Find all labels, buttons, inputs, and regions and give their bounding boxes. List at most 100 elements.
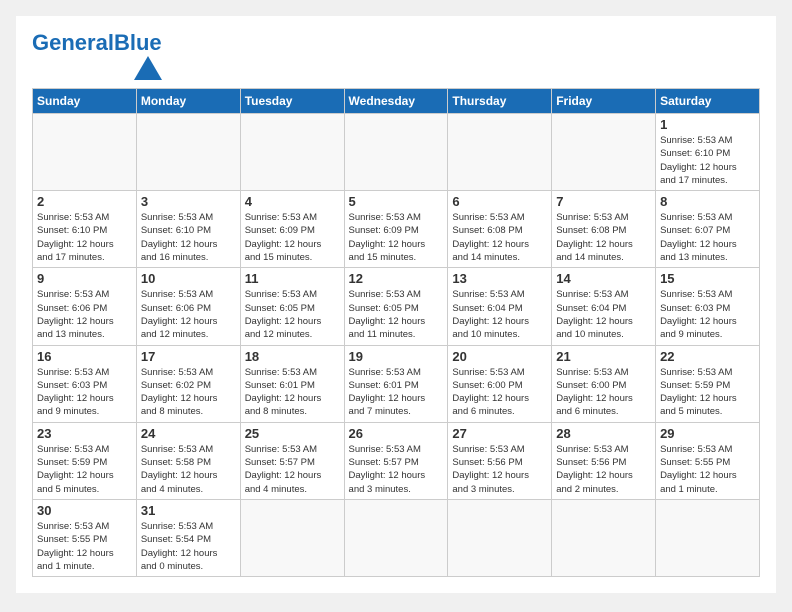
calendar-cell: 22Sunrise: 5:53 AM Sunset: 5:59 PM Dayli… xyxy=(656,345,760,422)
logo-blue: Blue xyxy=(114,30,162,55)
day-number: 8 xyxy=(660,194,755,209)
day-number: 4 xyxy=(245,194,340,209)
calendar-page: GeneralBlue SundayMondayTuesdayWednesday… xyxy=(16,16,776,593)
day-info: Sunrise: 5:53 AM Sunset: 6:03 PM Dayligh… xyxy=(660,288,755,341)
calendar-cell: 23 Sunrise: 5:53 AM Sunset: 5:59 PM Dayli… xyxy=(33,422,137,499)
day-info: Sunrise: 5:53 AM Sunset: 5:56 PM Dayligh… xyxy=(556,443,651,496)
day-number: 1 xyxy=(660,117,755,132)
day-number: 21 xyxy=(556,349,651,364)
day-number: 26 xyxy=(349,426,444,441)
day-info: Sunrise: 5:53 AM Sunset: 6:09 PM Dayligh… xyxy=(349,211,444,264)
day-info: Sunrise: 5:53 AM Sunset: 5:57 PM Dayligh… xyxy=(349,443,444,496)
calendar-cell: 2 Sunrise: 5:53 AM Sunset: 6:10 PM Daylig… xyxy=(33,191,137,268)
day-number: 22 xyxy=(660,349,755,364)
day-number: 11 xyxy=(245,271,340,286)
calendar-week-1: 1 Sunrise: 5:53 AM Sunset: 6:10 PM Daylig… xyxy=(33,114,760,191)
calendar-cell: 9Sunrise: 5:53 AM Sunset: 6:06 PM Daylig… xyxy=(33,268,137,345)
day-info: Sunrise: 5:53 AM Sunset: 6:09 PM Dayligh… xyxy=(245,211,340,264)
logo-text-block: GeneralBlue xyxy=(32,32,162,80)
weekday-header-tuesday: Tuesday xyxy=(240,89,344,114)
calendar-cell: 7Sunrise: 5:53 AM Sunset: 6:08 PM Daylig… xyxy=(552,191,656,268)
day-info: Sunrise: 5:53 AM Sunset: 6:10 PM Dayligh… xyxy=(37,211,132,264)
day-info: Sunrise: 5:53 AM Sunset: 5:55 PM Dayligh… xyxy=(660,443,755,496)
day-number: 27 xyxy=(452,426,547,441)
day-number: 5 xyxy=(349,194,444,209)
day-info: Sunrise: 5:53 AM Sunset: 6:02 PM Dayligh… xyxy=(141,366,236,419)
day-info: Sunrise: 5:53 AM Sunset: 6:10 PM Dayligh… xyxy=(141,211,236,264)
calendar-cell: 8Sunrise: 5:53 AM Sunset: 6:07 PM Daylig… xyxy=(656,191,760,268)
day-info: Sunrise: 5:53 AM Sunset: 6:05 PM Dayligh… xyxy=(245,288,340,341)
day-info: Sunrise: 5:53 AM Sunset: 5:58 PM Dayligh… xyxy=(141,443,236,496)
calendar-cell: 27 Sunrise: 5:53 AM Sunset: 5:56 PM Dayli… xyxy=(448,422,552,499)
weekday-header-saturday: Saturday xyxy=(656,89,760,114)
day-info: Sunrise: 5:53 AM Sunset: 5:55 PM Dayligh… xyxy=(37,520,132,573)
calendar-cell: 29 Sunrise: 5:53 AM Sunset: 5:55 PM Dayli… xyxy=(656,422,760,499)
calendar-cell: 31 Sunrise: 5:53 AM Sunset: 5:54 PM Dayli… xyxy=(136,499,240,576)
day-info: Sunrise: 5:53 AM Sunset: 6:04 PM Dayligh… xyxy=(452,288,547,341)
day-number: 19 xyxy=(349,349,444,364)
day-number: 30 xyxy=(37,503,132,518)
day-info: Sunrise: 5:53 AM Sunset: 5:56 PM Dayligh… xyxy=(452,443,547,496)
calendar-cell xyxy=(552,499,656,576)
calendar-cell: 14 Sunrise: 5:53 AM Sunset: 6:04 PM Dayli… xyxy=(552,268,656,345)
calendar-cell: 28Sunrise: 5:53 AM Sunset: 5:56 PM Dayli… xyxy=(552,422,656,499)
weekday-header-thursday: Thursday xyxy=(448,89,552,114)
logo: GeneralBlue xyxy=(32,32,162,80)
day-info: Sunrise: 5:53 AM Sunset: 6:00 PM Dayligh… xyxy=(452,366,547,419)
weekday-header-wednesday: Wednesday xyxy=(344,89,448,114)
calendar-cell: 19 Sunrise: 5:53 AM Sunset: 6:01 PM Dayli… xyxy=(344,345,448,422)
calendar-cell: 3 Sunrise: 5:53 AM Sunset: 6:10 PM Daylig… xyxy=(136,191,240,268)
calendar-cell: 11 Sunrise: 5:53 AM Sunset: 6:05 PM Dayli… xyxy=(240,268,344,345)
calendar-week-2: 2 Sunrise: 5:53 AM Sunset: 6:10 PM Daylig… xyxy=(33,191,760,268)
weekday-row: SundayMondayTuesdayWednesdayThursdayFrid… xyxy=(33,89,760,114)
day-info: Sunrise: 5:53 AM Sunset: 6:06 PM Dayligh… xyxy=(37,288,132,341)
logo-general: General xyxy=(32,30,114,55)
day-number: 13 xyxy=(452,271,547,286)
calendar-week-3: 9Sunrise: 5:53 AM Sunset: 6:06 PM Daylig… xyxy=(33,268,760,345)
day-number: 29 xyxy=(660,426,755,441)
calendar-cell xyxy=(344,499,448,576)
calendar-cell: 16Sunrise: 5:53 AM Sunset: 6:03 PM Dayli… xyxy=(33,345,137,422)
day-info: Sunrise: 5:53 AM Sunset: 6:05 PM Dayligh… xyxy=(349,288,444,341)
day-number: 31 xyxy=(141,503,236,518)
weekday-header-sunday: Sunday xyxy=(33,89,137,114)
day-info: Sunrise: 5:53 AM Sunset: 6:10 PM Dayligh… xyxy=(660,134,755,187)
calendar-cell: 20 Sunrise: 5:53 AM Sunset: 6:00 PM Dayli… xyxy=(448,345,552,422)
calendar-header: SundayMondayTuesdayWednesdayThursdayFrid… xyxy=(33,89,760,114)
day-number: 20 xyxy=(452,349,547,364)
calendar-cell: 6Sunrise: 5:53 AM Sunset: 6:08 PM Daylig… xyxy=(448,191,552,268)
day-number: 7 xyxy=(556,194,651,209)
day-number: 14 xyxy=(556,271,651,286)
day-info: Sunrise: 5:53 AM Sunset: 5:54 PM Dayligh… xyxy=(141,520,236,573)
day-info: Sunrise: 5:53 AM Sunset: 6:01 PM Dayligh… xyxy=(349,366,444,419)
day-info: Sunrise: 5:53 AM Sunset: 6:04 PM Dayligh… xyxy=(556,288,651,341)
day-info: Sunrise: 5:53 AM Sunset: 6:01 PM Dayligh… xyxy=(245,366,340,419)
day-number: 6 xyxy=(452,194,547,209)
day-info: Sunrise: 5:53 AM Sunset: 5:59 PM Dayligh… xyxy=(37,443,132,496)
calendar-cell: 4 Sunrise: 5:53 AM Sunset: 6:09 PM Daylig… xyxy=(240,191,344,268)
day-number: 23 xyxy=(37,426,132,441)
calendar-cell xyxy=(240,114,344,191)
calendar-cell xyxy=(448,114,552,191)
calendar-cell xyxy=(136,114,240,191)
day-number: 16 xyxy=(37,349,132,364)
calendar-cell xyxy=(33,114,137,191)
calendar-body: 1 Sunrise: 5:53 AM Sunset: 6:10 PM Daylig… xyxy=(33,114,760,577)
day-number: 15 xyxy=(660,271,755,286)
day-number: 2 xyxy=(37,194,132,209)
day-number: 17 xyxy=(141,349,236,364)
calendar-cell: 1 Sunrise: 5:53 AM Sunset: 6:10 PM Daylig… xyxy=(656,114,760,191)
calendar-cell: 21Sunrise: 5:53 AM Sunset: 6:00 PM Dayli… xyxy=(552,345,656,422)
day-number: 18 xyxy=(245,349,340,364)
calendar-cell: 30 Sunrise: 5:53 AM Sunset: 5:55 PM Dayli… xyxy=(33,499,137,576)
calendar-cell: 10Sunrise: 5:53 AM Sunset: 6:06 PM Dayli… xyxy=(136,268,240,345)
calendar-cell: 5 Sunrise: 5:53 AM Sunset: 6:09 PM Daylig… xyxy=(344,191,448,268)
weekday-header-friday: Friday xyxy=(552,89,656,114)
calendar-cell xyxy=(344,114,448,191)
calendar-cell xyxy=(552,114,656,191)
logo-triangle-icon xyxy=(134,56,162,80)
day-number: 3 xyxy=(141,194,236,209)
calendar-cell: 12Sunrise: 5:53 AM Sunset: 6:05 PM Dayli… xyxy=(344,268,448,345)
calendar-week-5: 23 Sunrise: 5:53 AM Sunset: 5:59 PM Dayli… xyxy=(33,422,760,499)
calendar-week-4: 16Sunrise: 5:53 AM Sunset: 6:03 PM Dayli… xyxy=(33,345,760,422)
